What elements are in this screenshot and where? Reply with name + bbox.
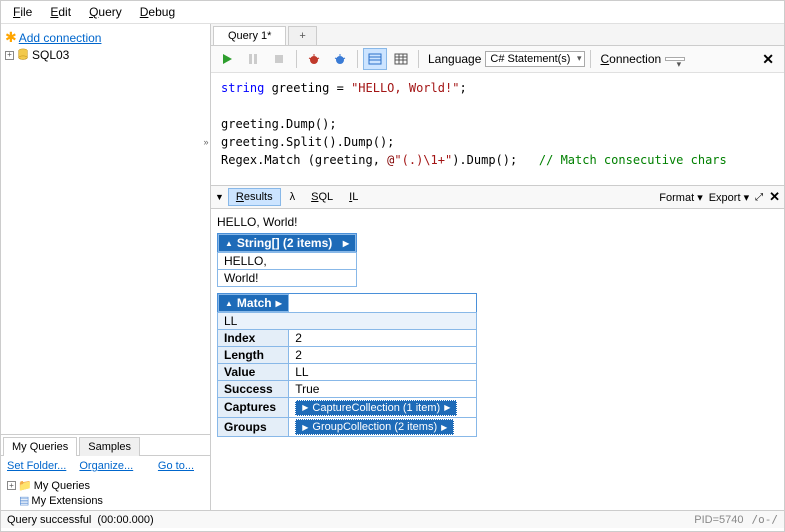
match-table: ▲Match▶ LL Index2 Length2 ValueLL Succes… [217,293,477,437]
results-tab-sql[interactable]: SQL [304,189,340,205]
goto-link[interactable]: Go to... [158,460,194,472]
my-queries-folder[interactable]: + 📁 My Queries [7,478,204,493]
view-grid-button[interactable] [389,48,413,70]
folder-label: My Queries [34,480,90,492]
results-bar: ▼ Results λ SQL IL Format ▾ Export ▾ ⤢ ✕ [211,185,784,209]
code-editor[interactable]: string greeting = "HELLO, World!"; greet… [211,73,784,185]
tab-my-queries[interactable]: My Queries [3,437,77,456]
workspace: Query 1* + Language C# Statement(s) Conn… [211,24,784,510]
bug-blue-button[interactable] [328,48,352,70]
string-array-table: ▲String[] (2 items)▶ HELLO, World! [217,233,357,287]
query-tabstrip: Query 1* + [211,24,784,46]
my-queries-tree: + 📁 My Queries ▤ My Extensions [1,476,210,510]
connection-select[interactable] [665,57,685,61]
menu-file[interactable]: File [5,3,40,21]
results-tab-results[interactable]: Results [228,188,281,206]
tab-samples[interactable]: Samples [79,437,140,456]
match-primary: LL [218,313,477,330]
connection-tree: ✱ Add connection + SQL03 [1,24,210,435]
dump-text: HELLO, World! [217,213,778,233]
connection-item[interactable]: + SQL03 [5,47,206,63]
results-tab-il[interactable]: IL [342,189,365,205]
set-folder-link[interactable]: Set Folder... [7,460,66,472]
results-toggle-icon[interactable]: ▼ [215,192,224,202]
expand-icon[interactable]: + [5,51,14,60]
database-icon [16,48,30,62]
stop-button [267,48,291,70]
connection-label: SQL03 [32,48,69,62]
add-tab-button[interactable]: + [288,26,316,45]
file-icon: ▤ [19,494,29,507]
close-results-button[interactable]: ✕ [769,189,780,205]
my-extensions-item[interactable]: ▤ My Extensions [7,493,204,508]
my-queries-tabs: My Queries Samples [1,435,210,456]
add-icon: ✱ [5,29,17,46]
query-tab[interactable]: Query 1* [213,26,286,45]
menu-edit[interactable]: Edit [42,3,79,21]
status-time: (00:00.000) [97,514,153,526]
menu-query[interactable]: Query [81,3,130,21]
add-connection[interactable]: ✱ Add connection [5,28,206,47]
pause-button [241,48,265,70]
view-rich-button[interactable] [363,48,387,70]
language-select[interactable]: C# Statement(s) [485,51,585,67]
toolbar: Language C# Statement(s) Connection ✕ [211,46,784,73]
format-menu[interactable]: Format ▾ [659,191,702,204]
string-cell: HELLO, [218,253,357,270]
expand-icon[interactable]: + [7,481,16,490]
expand-icon[interactable]: ⤢ [755,192,763,203]
collapse-chevron-icon[interactable]: » [201,137,211,147]
file-label: My Extensions [31,495,103,507]
organize-link[interactable]: Organize... [79,460,133,472]
run-button[interactable] [215,48,239,70]
menu-debug[interactable]: Debug [132,3,183,21]
folder-icon: 📁 [18,479,32,492]
menubar: File Edit Query Debug [1,1,784,24]
statusbar: Query successful (00:00.000) PID=5740 /o… [1,510,784,528]
match-header[interactable]: ▲Match▶ [218,294,289,312]
captures-button[interactable]: ▶CaptureCollection (1 item)▶ [295,400,457,416]
sidebar: ✱ Add connection + SQL03 » My Queries Sa… [1,24,211,510]
string-cell: World! [218,270,357,287]
export-menu[interactable]: Export ▾ [709,191,749,204]
status-msg: Query successful [7,514,91,526]
connection-label: Connection [600,52,661,66]
results-tab-lambda[interactable]: λ [283,189,303,205]
bug-red-button[interactable] [302,48,326,70]
status-pid: PID=5740 [694,514,743,526]
close-button[interactable]: ✕ [762,51,774,68]
groups-button[interactable]: ▶GroupCollection (2 items)▶ [295,419,454,435]
my-queries-links: Set Folder... Organize... Go to... [1,456,210,476]
string-array-header[interactable]: ▲String[] (2 items)▶ [218,234,356,252]
resize-grip-icon[interactable]: /o-/ [752,513,779,526]
add-connection-link[interactable]: Add connection [19,31,102,45]
language-label: Language [428,52,481,66]
results-pane: HELLO, World! ▲String[] (2 items)▶ HELLO… [211,209,784,510]
